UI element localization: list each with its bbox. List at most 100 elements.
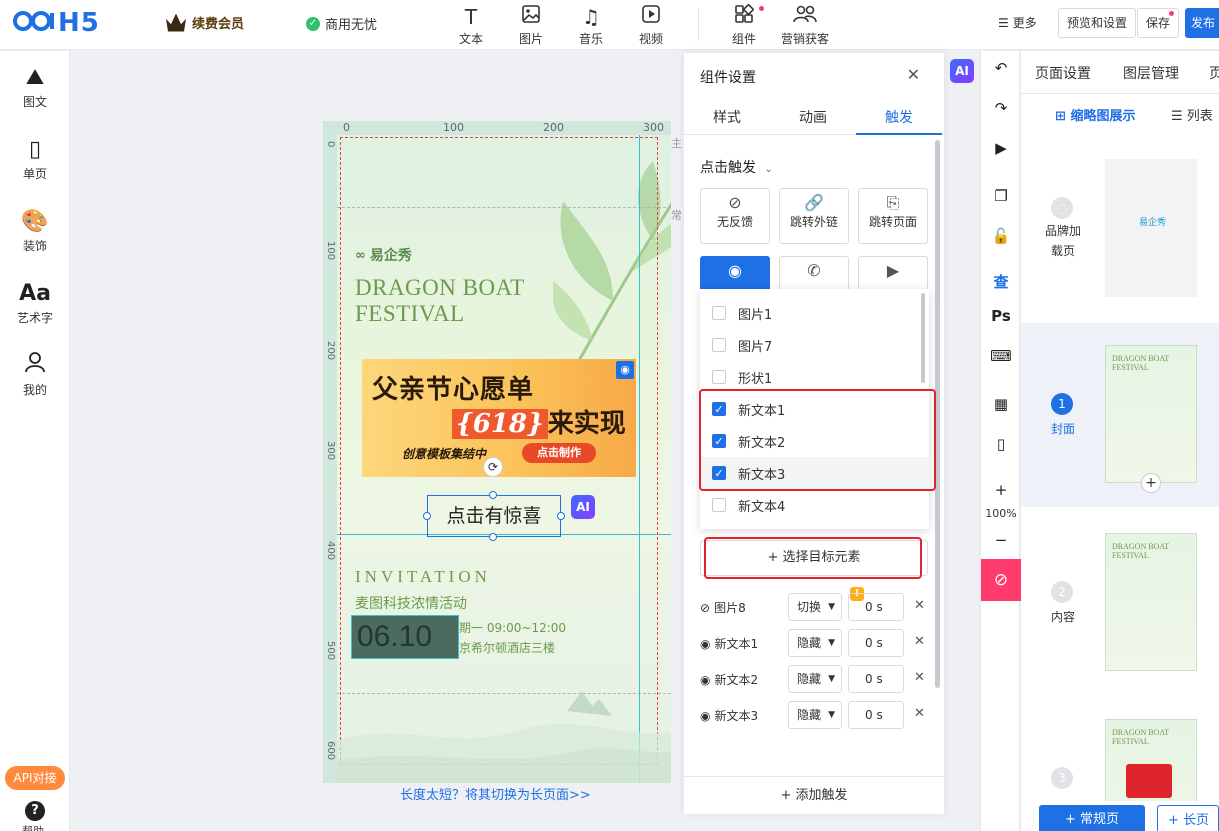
page-item[interactable]: 1 封面 DRAGON BOAT FESTIVAL + <box>1021 323 1219 507</box>
checkbox[interactable] <box>712 338 726 352</box>
list-item[interactable]: 形状1 <box>700 361 929 393</box>
tool-text[interactable]: T 文本 <box>449 4 493 47</box>
page-thumbnail[interactable]: DRAGON BOAT FESTIVAL <box>1105 719 1197 801</box>
selected-text-element[interactable]: 点击有惊喜 <box>427 495 561 537</box>
view-list[interactable]: ☰ 列表 <box>1171 105 1213 124</box>
add-page-icon[interactable]: + <box>1141 473 1161 493</box>
tool-music[interactable]: ♫ 音乐 <box>569 4 613 47</box>
checkbox-checked[interactable]: ✓ <box>712 402 726 416</box>
ai-assist-button[interactable]: AI <box>571 495 595 519</box>
trigger-phone[interactable]: ✆ <box>779 256 849 292</box>
publish-button[interactable]: 发布 <box>1185 8 1219 38</box>
panel-scrollbar[interactable] <box>935 140 940 688</box>
tab-page-settings[interactable]: 页面设置 <box>1035 63 1091 83</box>
sidebar-item-image-text[interactable]: ⛰ 图文 <box>0 63 70 110</box>
trigger-type-select[interactable]: 点击触发 ⌄ <box>700 157 773 177</box>
save-button[interactable]: 保存 <box>1137 8 1180 38</box>
event-time[interactable]: 期一 09:00~12:00 <box>459 619 566 636</box>
list-item[interactable]: 新文本4 <box>700 489 929 521</box>
resize-handle-top[interactable] <box>489 491 497 499</box>
preview-settings-button[interactable]: 预览和设置 <box>1058 8 1137 38</box>
event-name[interactable]: 麦图科技浓情活动 <box>355 593 467 613</box>
page-item[interactable]: ◌ 品牌加载页 易企秀 <box>1021 147 1219 317</box>
hidden-eye-icon[interactable]: ◉ <box>616 361 634 379</box>
remove-action-icon[interactable]: ✕ <box>914 598 925 613</box>
switch-long-page-link[interactable]: 长度太短？将其切换为长页面>> <box>400 784 591 803</box>
more-menu[interactable]: ☰ 更多 <box>998 14 1037 31</box>
remove-action-icon[interactable]: ✕ <box>914 706 925 721</box>
list-item[interactable]: ✓ 新文本2 <box>700 425 929 457</box>
resize-handle-bottom[interactable] <box>489 533 497 541</box>
app-logo[interactable]: H5 <box>12 8 100 38</box>
ai-panel-button[interactable]: AI <box>950 59 974 83</box>
action-select[interactable]: 隐藏 ▼ <box>788 665 842 693</box>
list-item[interactable]: 图片7 <box>700 329 929 361</box>
action-select[interactable]: 切换 ▼ <box>788 593 842 621</box>
view-thumbnail[interactable]: ⊞ 缩略图展示 <box>1055 105 1135 124</box>
alert-icon[interactable]: ⊘ <box>981 559 1021 601</box>
tool-marketing[interactable]: 营销获客 <box>778 4 832 47</box>
zoom-in-icon[interactable]: + <box>981 481 1021 499</box>
page-thumbnail[interactable]: DRAGON BOAT FESTIVAL <box>1105 345 1197 483</box>
undo-icon[interactable]: ↶ <box>981 59 1021 77</box>
page-item[interactable]: 3 DRAGON BOAT FESTIVAL <box>1021 711 1219 801</box>
tab-style[interactable]: 样式 <box>684 103 770 135</box>
ps-icon[interactable]: Ps <box>981 307 1021 325</box>
sidebar-item-art-text[interactable]: Aa 艺术字 <box>0 279 70 326</box>
brand-mark[interactable]: ∞ 易企秀 <box>355 245 412 265</box>
action-select[interactable]: 隐藏 ▼ <box>788 629 842 657</box>
tool-image[interactable]: 图片 <box>509 4 553 47</box>
trigger-jump-page[interactable]: ⎘ 跳转页面 <box>858 188 928 244</box>
checkbox-checked[interactable]: ✓ <box>712 466 726 480</box>
add-normal-page-button[interactable]: + 常规页 <box>1039 805 1145 831</box>
tool-component[interactable]: 组件 <box>722 4 766 47</box>
tab-layer-management[interactable]: 图层管理 <box>1123 63 1179 83</box>
checkbox[interactable] <box>712 306 726 320</box>
duration-input[interactable]: 0 s <box>848 593 904 621</box>
list-item[interactable]: 图片1 <box>700 297 929 329</box>
invitation-heading[interactable]: INVITATION <box>355 567 491 587</box>
checkbox-checked[interactable]: ✓ <box>712 434 726 448</box>
redo-icon[interactable]: ↷ <box>981 99 1021 117</box>
resize-handle-right[interactable] <box>557 512 565 520</box>
list-item[interactable]: ✓ 新文本3 <box>700 457 929 489</box>
checkbox[interactable] <box>712 370 726 384</box>
sidebar-item-mine[interactable]: 我的 <box>0 351 70 398</box>
page-item[interactable]: 2 内容 DRAGON BOAT FESTIVAL <box>1021 521 1219 691</box>
commerce-safe[interactable]: ✓ 商用无忧 <box>306 14 377 33</box>
dropdown-scrollbar[interactable] <box>921 293 925 383</box>
tab-animation[interactable]: 动画 <box>770 103 856 135</box>
choose-target-button[interactable]: + 选择目标元素 <box>700 540 928 576</box>
help-icon[interactable]: ? <box>25 801 45 821</box>
keyboard-icon[interactable]: ⌨ <box>981 347 1021 365</box>
api-button[interactable]: API对接 <box>5 766 65 790</box>
sidebar-item-decoration[interactable]: 🎨 装饰 <box>0 207 70 254</box>
trigger-play[interactable]: ▶ <box>858 256 928 292</box>
trigger-show-hide[interactable]: ◉ <box>700 256 770 292</box>
duration-input[interactable]: 0 s <box>848 665 904 693</box>
check-text-icon[interactable]: 查 <box>981 271 1021 292</box>
tab-pages[interactable]: 页 <box>1209 63 1219 83</box>
vip-renew[interactable]: 续费会员 <box>166 13 244 32</box>
festival-title[interactable]: DRAGON BOAT FESTIVAL <box>355 275 555 327</box>
close-icon[interactable]: ✕ <box>907 65 920 84</box>
sidebar-item-single-page[interactable]: ▯ 单页 <box>0 135 70 182</box>
add-long-page-button[interactable]: + 长页 <box>1157 805 1219 831</box>
copy-icon[interactable]: ❐ <box>981 187 1021 205</box>
page-thumbnail[interactable]: 易企秀 <box>1105 159 1197 297</box>
duration-input[interactable]: 0 s <box>848 629 904 657</box>
unlock-icon[interactable]: 🔓 <box>981 227 1021 245</box>
trigger-external-link[interactable]: 🔗 跳转外链 <box>779 188 849 244</box>
play-preview-icon[interactable]: ▶ <box>981 139 1021 157</box>
grid-icon[interactable]: ▦ <box>981 395 1021 413</box>
duration-input[interactable]: 0 s <box>848 701 904 729</box>
resize-handle-left[interactable] <box>423 512 431 520</box>
tool-video[interactable]: 视频 <box>629 4 673 47</box>
remove-action-icon[interactable]: ✕ <box>914 670 925 685</box>
rotate-icon[interactable]: ⟳ <box>483 457 503 477</box>
tab-trigger[interactable]: 触发 <box>856 103 942 135</box>
zoom-out-icon[interactable]: − <box>981 531 1021 549</box>
action-select[interactable]: 隐藏 ▼ <box>788 701 842 729</box>
list-item[interactable]: ✓ 新文本1 <box>700 393 929 425</box>
remove-action-icon[interactable]: ✕ <box>914 634 925 649</box>
